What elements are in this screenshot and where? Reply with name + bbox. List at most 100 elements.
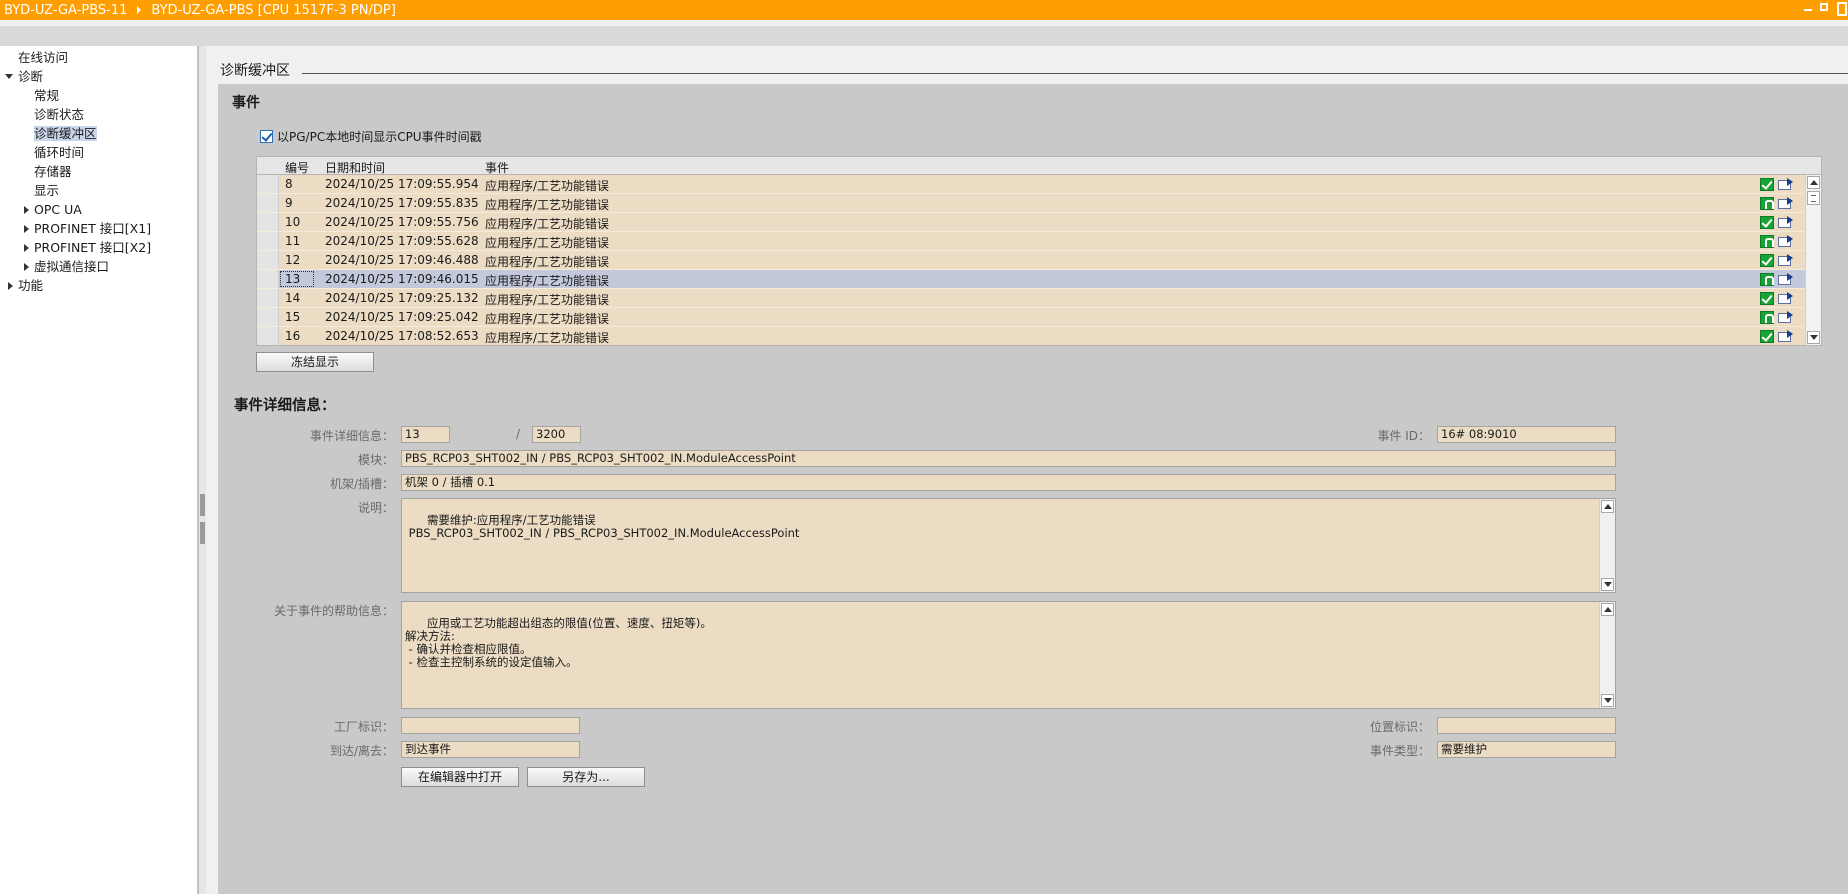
table-scrollbar[interactable] [1805,175,1821,345]
float-window-icon[interactable] [1834,1,1847,16]
help-textarea[interactable]: 应用或工艺功能超出组态的限值(位置、速度、扭矩等)。 解决方法: - 确认并检查… [401,601,1616,709]
nav-item-label: OPC UA [34,202,82,217]
event-index-field[interactable]: 13 [401,426,450,443]
table-row[interactable]: 16 2024/10/25 17:08:52.653 应用程序/工艺功能错误 [257,327,1821,345]
nav-item-memory[interactable]: 存储器 [0,162,197,181]
open-in-editor-button[interactable]: 在编辑器中打开 [401,767,519,787]
go-to-module-icon[interactable] [1778,292,1794,305]
rack-slot-field[interactable]: 机架 0 / 插槽 0.1 [401,474,1616,491]
nav-item-diagnostic-status[interactable]: 诊断状态 [0,105,197,124]
nav-item-cycle-time[interactable]: 循环时间 [0,143,197,162]
cell-number: 12 [285,253,301,267]
row-selector[interactable] [257,289,279,307]
expand-right-icon[interactable] [24,206,29,214]
module-field[interactable]: PBS_RCP03_SHT002_IN / PBS_RCP03_SHT002_I… [401,450,1616,467]
cell-event: 应用程序/工艺功能错误 [485,217,610,231]
maximize-icon[interactable] [1818,1,1830,13]
scroll-thumb[interactable] [1807,191,1820,205]
go-to-module-icon[interactable] [1778,273,1794,286]
nav-item-general[interactable]: 常规 [0,86,197,105]
cell-event: 应用程序/工艺功能错误 [485,312,610,326]
cell-number: 9 [285,196,293,210]
go-to-module-icon[interactable] [1778,330,1794,343]
description-label: 说明： [357,501,394,515]
cell-datetime: 2024/10/25 17:09:46.488 [325,253,479,267]
cell-number: 13 [280,271,314,287]
go-to-module-icon[interactable] [1778,197,1794,210]
cell-number: 11 [285,234,301,248]
row-selector[interactable] [257,327,279,345]
nav-item-opc-ua[interactable]: OPC UA [0,200,197,219]
scroll-down-icon[interactable] [1601,694,1614,707]
local-time-option[interactable]: 以PG/PC本地时间显示CPU事件时间戳 [260,128,482,145]
description-text: 需要维护:应用程序/工艺功能错误 PBS_RCP03_SHT002_IN / P… [408,513,800,540]
row-selector[interactable] [257,251,279,269]
expand-down-icon[interactable] [5,74,13,79]
location-id-field[interactable] [1437,717,1616,734]
table-row[interactable]: 13 2024/10/25 17:09:46.015 应用程序/工艺功能错误 [257,270,1821,289]
status-ok-icon [1760,254,1774,267]
local-time-checkbox[interactable] [260,130,273,143]
scroll-up-icon[interactable] [1601,500,1614,513]
save-as-button[interactable]: 另存为... [527,767,645,787]
go-to-module-icon[interactable] [1778,311,1794,324]
column-header-datetime[interactable]: 日期和时间 [325,159,385,176]
plant-id-label: 工厂标识： [333,720,394,734]
table-row[interactable]: 15 2024/10/25 17:09:25.042 应用程序/工艺功能错误 [257,308,1821,327]
description-scrollbar[interactable] [1599,499,1615,592]
nav-item-online-access[interactable]: 在线访问 [0,48,197,67]
arrival-field[interactable]: 到达事件 [401,741,580,758]
column-header-event[interactable]: 事件 [485,159,509,176]
row-selector[interactable] [257,232,279,250]
expand-right-icon[interactable] [8,282,13,290]
freeze-display-button[interactable]: 冻结显示 [256,352,374,372]
table-row[interactable]: 14 2024/10/25 17:09:25.132 应用程序/工艺功能错误 [257,289,1821,308]
table-row[interactable]: 9 2024/10/25 17:09:55.835 应用程序/工艺功能错误 [257,194,1821,213]
help-scrollbar[interactable] [1599,602,1615,708]
event-type-field[interactable]: 需要维护 [1437,741,1616,758]
nav-item-profinet-x2[interactable]: PROFINET 接口[X2] [0,238,197,257]
description-textarea[interactable]: 需要维护:应用程序/工艺功能错误 PBS_RCP03_SHT002_IN / P… [401,498,1616,593]
go-to-module-icon[interactable] [1778,216,1794,229]
scroll-down-icon[interactable] [1807,331,1820,344]
row-selector[interactable] [257,194,279,212]
scroll-up-icon[interactable] [1601,603,1614,616]
panel-splitter[interactable] [198,46,206,894]
row-selector[interactable] [257,213,279,231]
table-row[interactable]: 10 2024/10/25 17:09:55.756 应用程序/工艺功能错误 [257,213,1821,232]
scroll-up-icon[interactable] [1807,176,1820,189]
nav-item-diagnostics[interactable]: 诊断 [0,67,197,86]
maintenance-required-icon [1760,311,1774,324]
nav-item-virtual-interface[interactable]: 虚拟通信接口 [0,257,197,276]
expand-right-icon[interactable] [24,225,29,233]
row-selector[interactable] [257,308,279,326]
collapse-handle[interactable] [200,522,205,544]
nav-item-functions[interactable]: 功能 [0,276,197,295]
breadcrumb-cpu[interactable]: BYD-UZ-GA-PBS [CPU 1517F-3 PN/DP] [151,3,395,18]
minimize-icon[interactable] [1802,1,1814,13]
go-to-module-icon[interactable] [1778,254,1794,267]
go-to-module-icon[interactable] [1778,235,1794,248]
maintenance-required-icon [1760,273,1774,286]
expand-right-icon[interactable] [24,244,29,252]
column-header-number[interactable]: 编号 [285,159,309,176]
breadcrumb-device[interactable]: BYD-UZ-GA-PBS-11 [0,3,127,18]
expand-right-icon[interactable] [24,263,29,271]
table-row[interactable]: 12 2024/10/25 17:09:46.488 应用程序/工艺功能错误 [257,251,1821,270]
event-total-field[interactable]: 3200 [532,426,581,443]
nav-item-diagnostic-buffer[interactable]: 诊断缓冲区 [0,124,197,143]
go-to-module-icon[interactable] [1778,178,1794,191]
title-bar: BYD-UZ-GA-PBS-11 BYD-UZ-GA-PBS [CPU 1517… [0,0,1848,20]
scroll-down-icon[interactable] [1601,578,1614,591]
cell-event: 应用程序/工艺功能错误 [485,198,610,212]
table-row[interactable]: 8 2024/10/25 17:09:55.954 应用程序/工艺功能错误 [257,175,1821,194]
collapse-left-icon[interactable] [200,494,205,516]
event-id-field[interactable]: 16# 08:9010 [1437,426,1616,443]
table-row[interactable]: 11 2024/10/25 17:09:55.628 应用程序/工艺功能错误 [257,232,1821,251]
nav-item-display[interactable]: 显示 [0,181,197,200]
event-details-heading: 事件详细信息： [234,398,336,414]
nav-item-profinet-x1[interactable]: PROFINET 接口[X1] [0,219,197,238]
row-selector[interactable] [257,175,279,193]
row-selector[interactable] [257,270,279,288]
plant-id-field[interactable] [401,717,580,734]
